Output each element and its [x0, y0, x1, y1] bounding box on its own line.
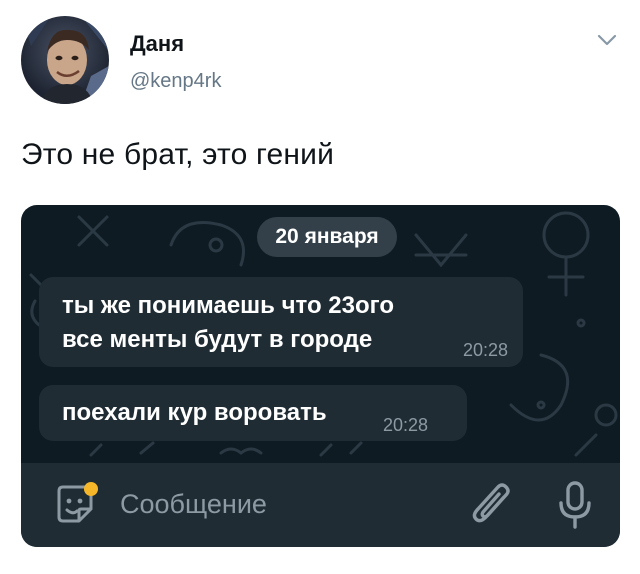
message-input-placeholder[interactable]: Сообщение	[120, 489, 267, 520]
microphone-icon[interactable]	[555, 479, 595, 531]
avatar[interactable]	[21, 16, 109, 104]
message-text: ты же понимаешь что 23ого	[62, 292, 394, 319]
message-bubble[interactable]: ты же понимаешь что 23ого все менты буду…	[39, 277, 523, 367]
avatar-portrait-icon	[21, 16, 109, 104]
message-time: 20:28	[383, 415, 429, 435]
author-name[interactable]: Даня	[130, 31, 184, 57]
message-text: все менты будут в городе	[62, 326, 373, 353]
date-separator: 20 января	[257, 217, 397, 257]
sticker-icon[interactable]	[51, 481, 99, 529]
message-composer: Сообщение	[21, 463, 620, 547]
message-bubble[interactable]: поехали кур воровать 20:28	[39, 385, 467, 441]
paperclip-icon[interactable]	[468, 479, 514, 529]
tweet-text: Это не брат, это гений	[21, 138, 335, 171]
tweet-header: Даня @kenp4rk	[0, 0, 640, 120]
tweet-media-chat-screenshot[interactable]: 20 января ты же понимаешь что 23ого все …	[21, 205, 620, 547]
author-handle[interactable]: @kenp4rk	[130, 70, 221, 93]
caret-down-icon[interactable]	[596, 32, 618, 48]
message-time: 20:28	[463, 340, 509, 360]
